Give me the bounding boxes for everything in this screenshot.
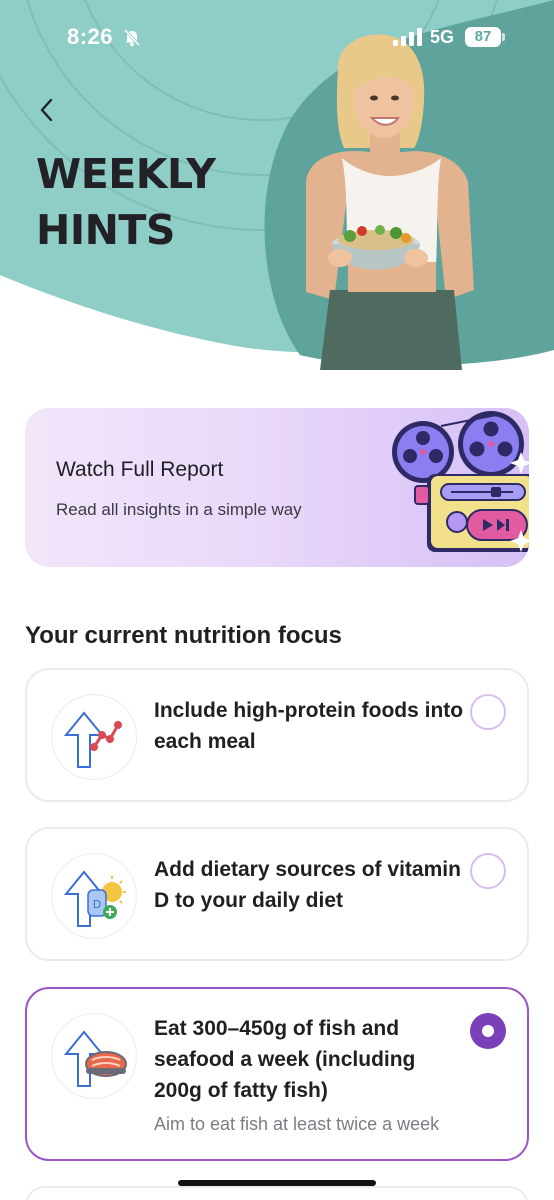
status-time: 8:26: [67, 24, 114, 49]
battery-level: 87: [474, 28, 492, 45]
vitamin-d-icon: D: [63, 870, 126, 927]
report-card-title: Watch Full Report: [56, 458, 224, 481]
focus-title: Include high-protein foods into each mea…: [154, 699, 464, 753]
focus-card-next[interactable]: [25, 1186, 529, 1200]
watch-report-card[interactable]: Watch Full Report Read all insights in a…: [25, 408, 529, 567]
page-title-line-1: WEEKLY: [36, 150, 216, 198]
woman-with-salad-image: [306, 34, 474, 370]
battery-icon: 87: [465, 27, 505, 47]
focus-card-fish[interactable]: Eat 300–450g of fish and seafood a week …: [25, 987, 529, 1161]
page-title-line-2: HINTS: [36, 206, 175, 254]
svg-text:D: D: [93, 898, 101, 911]
report-card-subtitle: Read all insights in a simple way: [56, 500, 302, 519]
status-bar: 8:26 5G 87: [0, 0, 554, 76]
back-button[interactable]: [30, 92, 62, 128]
focus-card-protein[interactable]: Include high-protein foods into each mea…: [25, 668, 529, 802]
focus-radio-protein[interactable]: [470, 694, 506, 730]
focus-radio-fish[interactable]: [470, 1013, 506, 1049]
section-heading: Your current nutrition focus: [25, 622, 342, 649]
focus-icon-circle: D: [51, 853, 137, 939]
focus-icon-circle: [51, 1013, 137, 1099]
chevron-left-icon: [40, 98, 53, 122]
network-type: 5G: [430, 27, 455, 47]
film-projector-icon: [392, 411, 529, 552]
focus-note: Aim to eat fish at least twice a week: [154, 1114, 440, 1134]
focus-title: Eat 300–450g of fish and seafood a week …: [154, 1017, 416, 1102]
cellular-signal-icon: [393, 28, 422, 46]
home-indicator[interactable]: [178, 1180, 376, 1186]
fish-steak-icon: [63, 1030, 127, 1087]
protein-chart-icon: [63, 711, 122, 768]
focus-icon-circle: [51, 694, 137, 780]
bell-muted-icon: [123, 28, 141, 47]
focus-title: Add dietary sources of vitamin D to your…: [154, 858, 461, 912]
focus-card-vitamin-d[interactable]: D Add dietary sources of vitamin D to yo…: [25, 827, 529, 961]
page-title: WEEKLY HINTS: [36, 146, 216, 258]
focus-radio-vitamin-d[interactable]: [470, 853, 506, 889]
